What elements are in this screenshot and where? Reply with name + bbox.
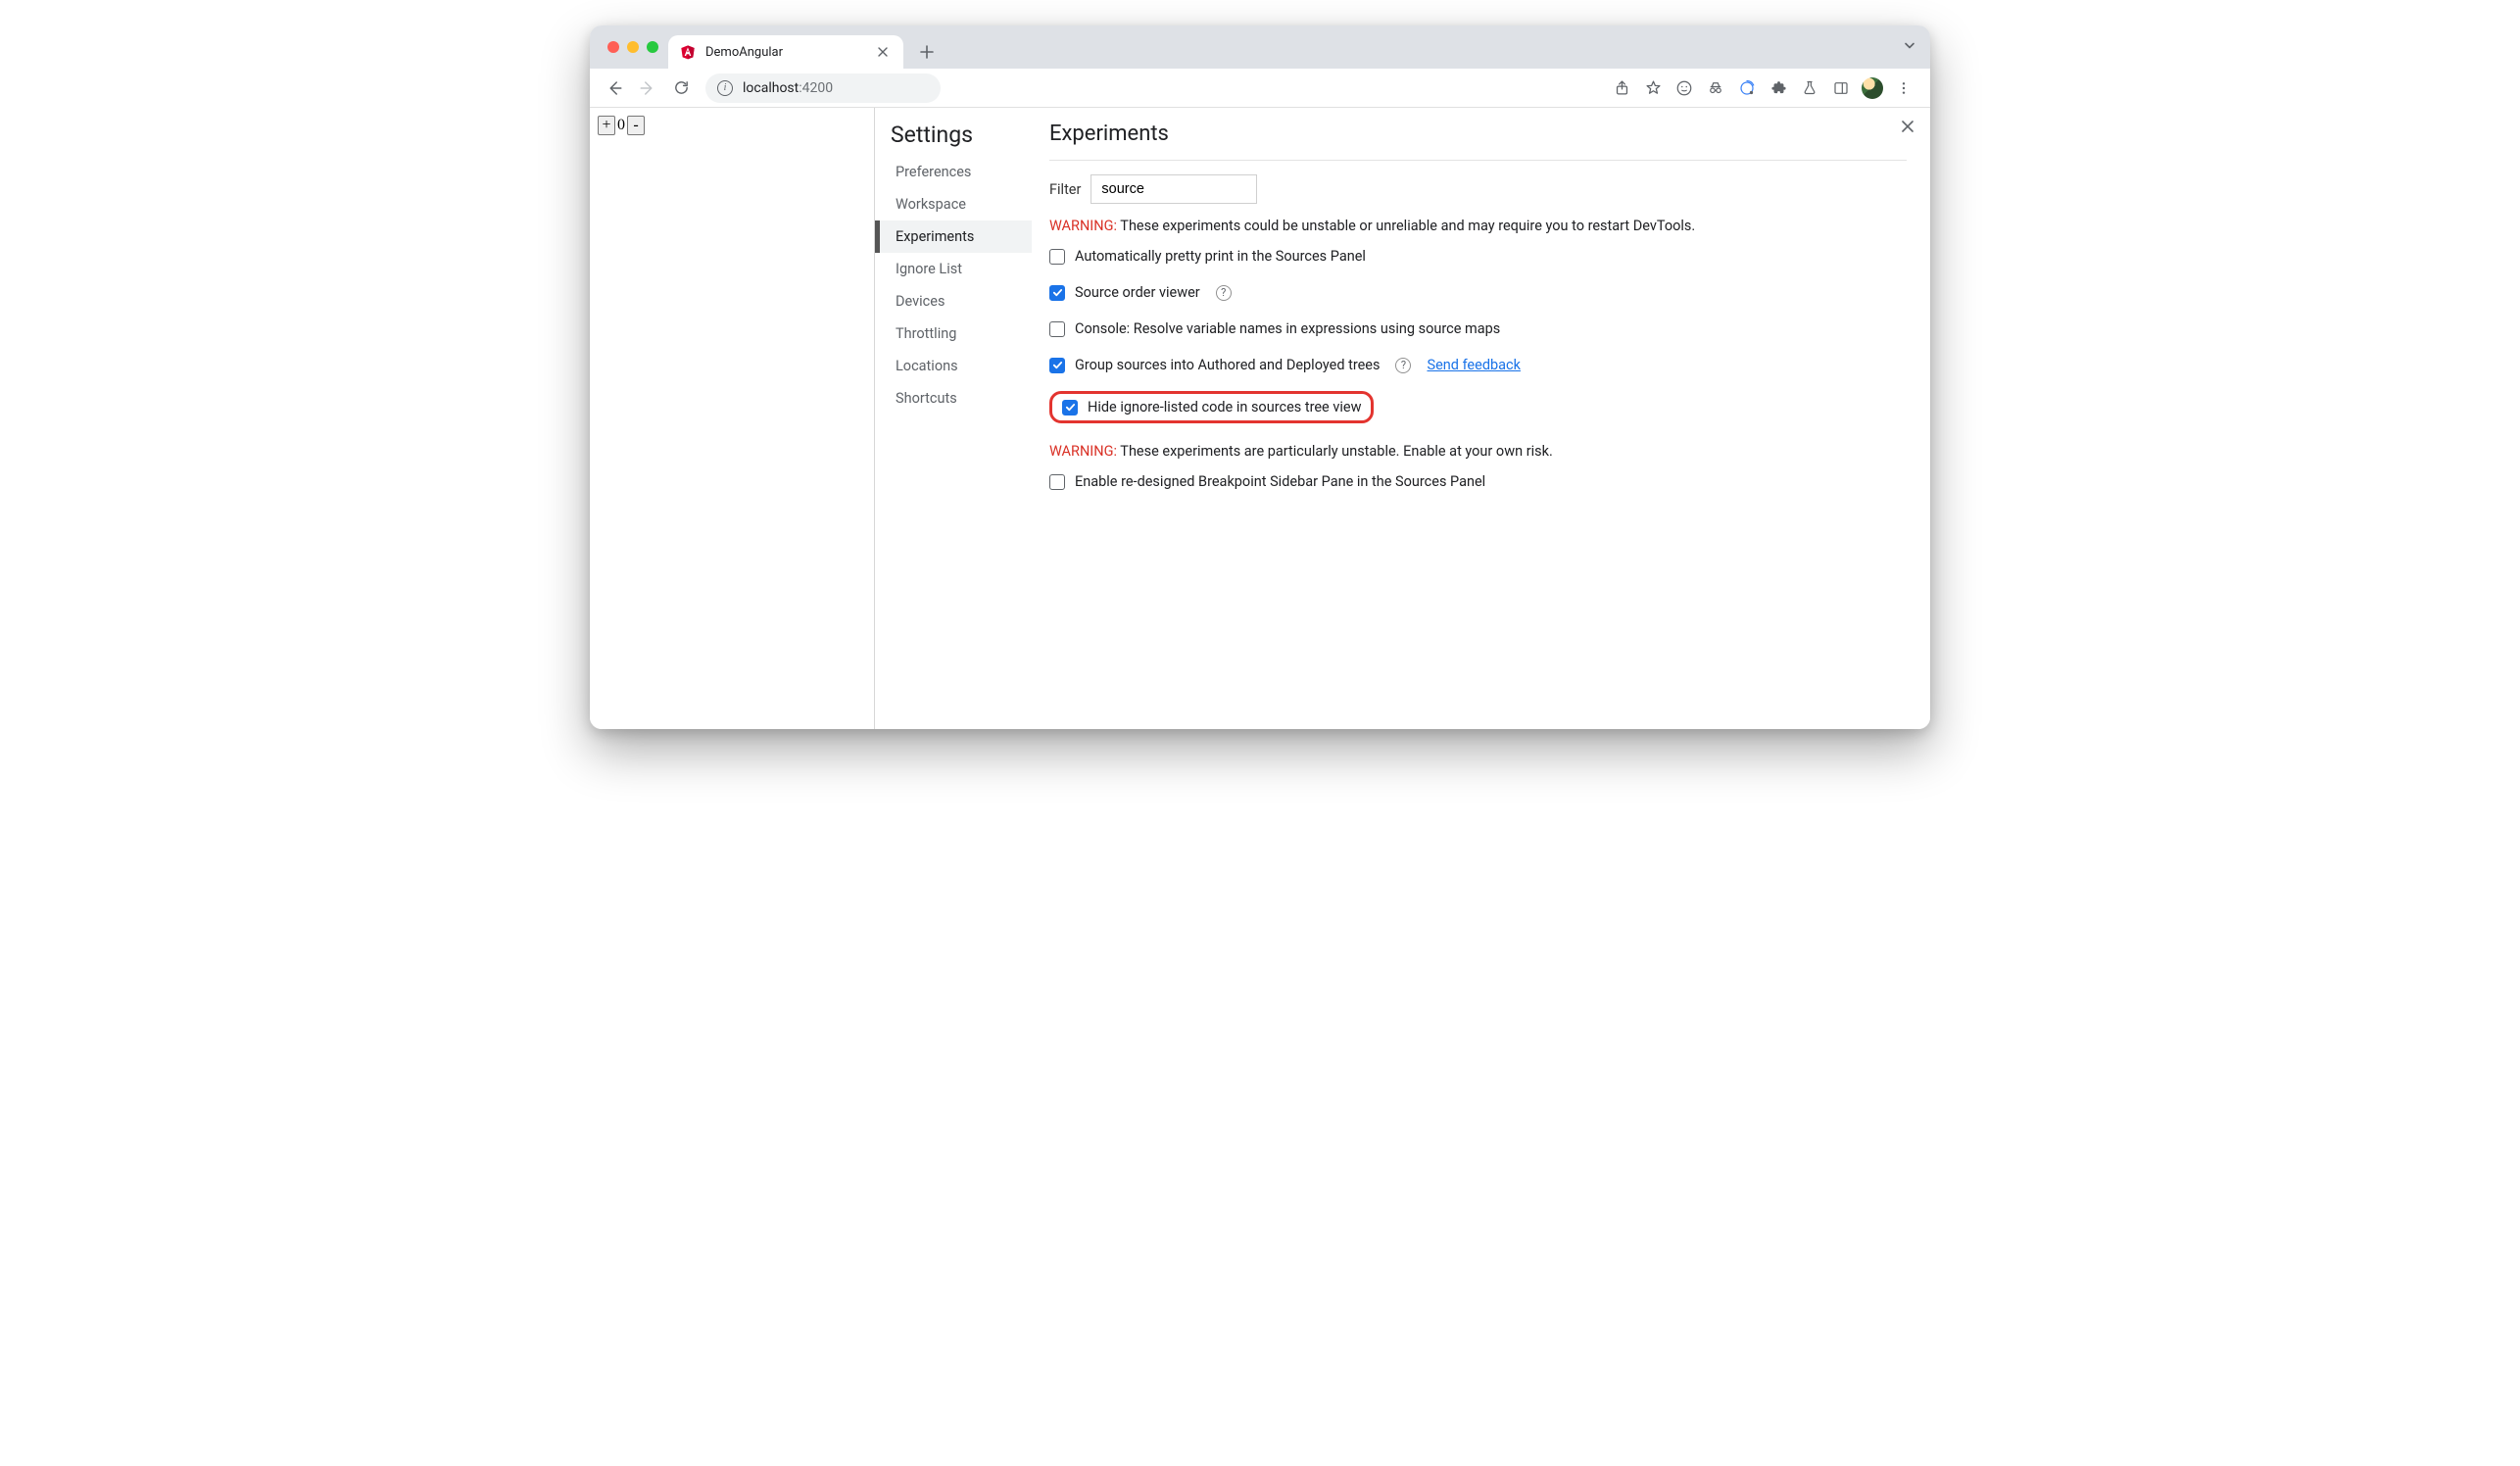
warning-unstable: WARNING: These experiments could be unst… (1049, 218, 1907, 234)
experiment-checkbox[interactable] (1049, 358, 1065, 373)
nav-forward-button[interactable] (633, 73, 662, 103)
experiment-label: Console: Resolve variable names in expre… (1075, 320, 1500, 337)
tab-close-button[interactable] (874, 43, 892, 61)
devtools-settings-panel: Settings Preferences Workspace Experimen… (874, 108, 1930, 729)
help-icon[interactable]: ? (1395, 358, 1411, 373)
window-controls (602, 25, 668, 69)
experiment-label: Source order viewer (1075, 284, 1200, 301)
url-host: localhost (743, 80, 799, 96)
sidebar-item-experiments[interactable]: Experiments (875, 220, 1032, 253)
experiment-label: Group sources into Authored and Deployed… (1075, 357, 1380, 373)
settings-sidebar: Settings Preferences Workspace Experimen… (875, 108, 1032, 729)
browser-tab[interactable]: DemoAngular (668, 35, 903, 69)
experiment-label: Automatically pretty print in the Source… (1075, 248, 1366, 265)
filter-input[interactable] (1090, 174, 1257, 204)
experiment-checkbox[interactable] (1049, 321, 1065, 337)
experiment-checkbox[interactable] (1049, 249, 1065, 265)
settings-heading: Settings (875, 122, 1032, 156)
extensions-puzzle-icon[interactable] (1764, 73, 1793, 103)
extension-face-icon[interactable] (1670, 73, 1699, 103)
sidebar-item-throttling[interactable]: Throttling (875, 318, 1032, 350)
sidebar-item-shortcuts[interactable]: Shortcuts (875, 382, 1032, 415)
labs-flask-icon[interactable] (1795, 73, 1824, 103)
window-close-button[interactable] (607, 41, 619, 53)
angular-favicon-icon (680, 44, 696, 60)
address-bar[interactable]: i localhost:4200 (705, 73, 941, 103)
sidebar-item-preferences[interactable]: Preferences (875, 156, 1032, 188)
nav-back-button[interactable] (600, 73, 629, 103)
tab-title: DemoAngular (705, 45, 783, 60)
experiment-checkbox[interactable] (1062, 400, 1078, 415)
experiment-checkbox[interactable] (1049, 285, 1065, 301)
settings-main: Experiments Filter WARNING: These experi… (1032, 108, 1930, 729)
content-area: + 0 - Settings Preferences Workspace Exp… (590, 108, 1930, 729)
experiment-row: Hide ignore-listed code in sources tree … (1049, 391, 1374, 423)
counter-plus-button[interactable]: + (598, 116, 615, 135)
counter-widget: + 0 - (598, 116, 866, 135)
experiment-checkbox[interactable] (1049, 474, 1065, 490)
tab-list-chevron-icon[interactable] (1903, 38, 1916, 57)
profile-avatar[interactable] (1858, 73, 1887, 103)
feedback-link[interactable]: Send feedback (1427, 357, 1520, 373)
counter-value: 0 (615, 117, 627, 134)
experiments-list: Automatically pretty print in the Source… (1049, 246, 1907, 423)
warning-text: These experiments could be unstable or u… (1117, 218, 1695, 234)
sidebar-item-devices[interactable]: Devices (875, 285, 1032, 318)
experiments-heading: Experiments (1049, 122, 1907, 146)
experiment-label: Enable re-designed Breakpoint Sidebar Pa… (1075, 473, 1485, 490)
toolbar-actions (1607, 73, 1920, 103)
page-viewport: + 0 - (590, 108, 874, 729)
new-tab-button[interactable] (913, 38, 941, 66)
url-rest: :4200 (799, 80, 833, 96)
sidebar-item-locations[interactable]: Locations (875, 350, 1032, 382)
extension-incognito-icon[interactable] (1701, 73, 1730, 103)
bookmark-star-icon[interactable] (1638, 73, 1668, 103)
help-icon[interactable]: ? (1216, 285, 1232, 301)
experiment-row: Group sources into Authored and Deployed… (1049, 355, 1907, 375)
nav-reload-button[interactable] (666, 73, 696, 103)
filter-label: Filter (1049, 181, 1081, 198)
share-icon[interactable] (1607, 73, 1636, 103)
extension-target-icon[interactable] (1732, 73, 1762, 103)
url-text: localhost:4200 (743, 80, 833, 96)
experiments-list-2: Enable re-designed Breakpoint Sidebar Pa… (1049, 471, 1907, 492)
warning-text-2: These experiments are particularly unsta… (1117, 443, 1553, 460)
sidebar-item-ignore-list[interactable]: Ignore List (875, 253, 1032, 285)
experiment-row: Automatically pretty print in the Source… (1049, 246, 1907, 267)
settings-close-button[interactable] (1897, 116, 1918, 137)
site-info-icon[interactable]: i (717, 80, 733, 96)
experiment-row: Source order viewer? (1049, 282, 1907, 303)
filter-row: Filter (1049, 174, 1907, 204)
warning-prefix: WARNING: (1049, 218, 1117, 234)
browser-menu-icon[interactable] (1889, 73, 1918, 103)
sidebar-item-workspace[interactable]: Workspace (875, 188, 1032, 220)
experiment-row: Enable re-designed Breakpoint Sidebar Pa… (1049, 471, 1907, 492)
warning-extra: WARNING: These experiments are particula… (1049, 443, 1907, 460)
window-fullscreen-button[interactable] (647, 41, 658, 53)
tab-strip: DemoAngular (590, 25, 1930, 69)
browser-toolbar: i localhost:4200 (590, 69, 1930, 108)
browser-window: DemoAngular i (590, 25, 1930, 729)
window-minimize-button[interactable] (627, 41, 639, 53)
counter-minus-button[interactable]: - (627, 116, 645, 135)
experiment-label: Hide ignore-listed code in sources tree … (1088, 399, 1361, 415)
warning-prefix-2: WARNING: (1049, 443, 1117, 460)
experiment-row: Console: Resolve variable names in expre… (1049, 318, 1907, 339)
divider (1049, 160, 1907, 161)
panel-toggle-icon[interactable] (1826, 73, 1856, 103)
